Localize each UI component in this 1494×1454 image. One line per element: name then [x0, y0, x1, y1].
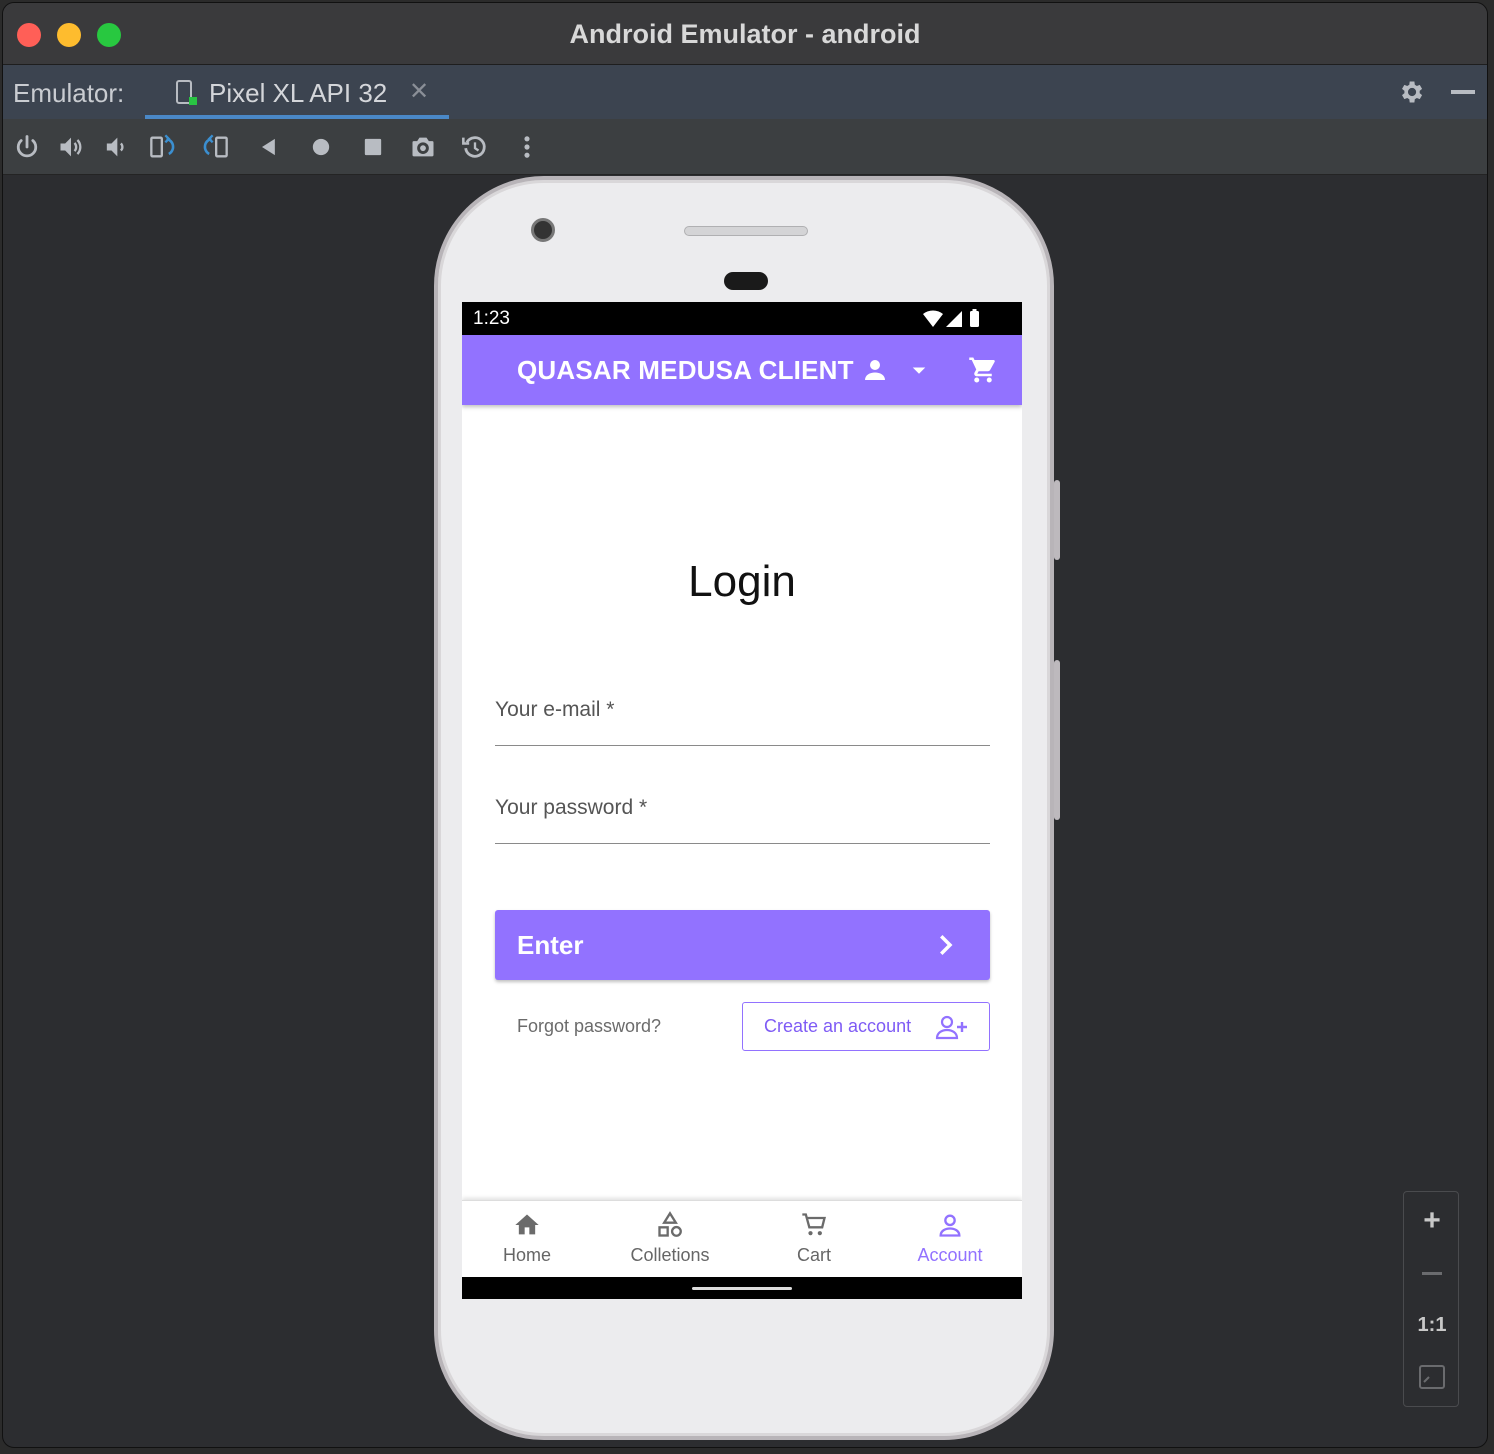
window-title: Android Emulator - android	[569, 19, 921, 49]
zoom-out-button[interactable]	[1404, 1248, 1460, 1298]
earpiece-speaker	[684, 226, 808, 236]
tab-bar: Emulator: Pixel XL API 32 ✕	[3, 65, 1487, 119]
enter-label: Enter	[517, 930, 584, 960]
android-navigation-bar	[462, 1277, 1022, 1299]
rotate-left-icon[interactable]	[149, 133, 177, 161]
enter-button[interactable]: Enter	[495, 910, 990, 980]
account-icon[interactable]	[860, 355, 890, 385]
app-header: QUASAR MEDUSA CLIENT	[462, 335, 1022, 405]
zoom-actual-size-label: 1:1	[1417, 1314, 1447, 1336]
zoom-actual-size-button[interactable]: 1:1	[1404, 1300, 1460, 1350]
nav-home[interactable]: Home	[462, 1201, 592, 1278]
volume-down-icon[interactable]	[101, 133, 129, 161]
device-icon	[176, 80, 197, 105]
front-camera-icon	[531, 218, 555, 242]
create-account-label: Create an account	[764, 1016, 912, 1036]
title-bar: Android Emulator - android	[3, 3, 1487, 65]
nav-account-label: Account	[917, 1245, 983, 1265]
emulator-toolbar	[3, 119, 1487, 175]
volume-up-icon[interactable]	[57, 133, 85, 161]
proximity-sensor	[724, 272, 768, 290]
minimize-panel-icon[interactable]	[1451, 90, 1475, 94]
zoom-in-button[interactable]: +	[1404, 1196, 1460, 1246]
chevron-right-icon	[940, 935, 953, 955]
power-icon[interactable]	[13, 133, 41, 161]
bottom-navigation: Home Colletions Cart Account	[462, 1200, 1022, 1277]
home-circle-icon[interactable]	[307, 133, 335, 161]
person-add-icon	[935, 1015, 967, 1040]
nav-collections[interactable]: Colletions	[605, 1201, 735, 1278]
nav-home-label: Home	[502, 1245, 551, 1265]
zoom-in-label: +	[1423, 1204, 1441, 1237]
status-bar: 1:23	[462, 302, 1022, 335]
more-options-icon[interactable]	[513, 133, 541, 161]
app-title: QUASAR MEDUSA CLIENT	[517, 355, 854, 385]
back-icon[interactable]	[255, 133, 283, 161]
cart-icon	[802, 1213, 826, 1236]
password-input[interactable]	[495, 784, 990, 843]
zoom-out-icon	[1422, 1272, 1442, 1275]
nav-cart-label: Cart	[796, 1245, 831, 1265]
gear-icon[interactable]	[1397, 78, 1425, 106]
create-account-button[interactable]: Create an account	[742, 1002, 990, 1051]
rotate-right-icon[interactable]	[201, 133, 229, 161]
nav-collections-label: Colletions	[630, 1245, 710, 1265]
zoom-fit-button[interactable]	[1404, 1352, 1460, 1402]
tab-label: Pixel XL API 32	[209, 78, 388, 108]
cart-icon[interactable]	[968, 355, 998, 385]
account-icon	[939, 1214, 961, 1237]
email-field[interactable]: Your e-mail *	[495, 686, 990, 746]
dropdown-arrow-icon[interactable]	[904, 355, 934, 385]
device-screen: 1:23 QUASAR MEDUSA CLIENT Login Your e-m…	[462, 302, 1022, 1299]
phone-power-button	[1054, 480, 1060, 560]
battery-icon	[970, 311, 979, 327]
tab-close-icon[interactable]: ✕	[409, 77, 429, 106]
status-time: 1:23	[473, 308, 510, 329]
fit-screen-icon	[1419, 1365, 1445, 1389]
overview-icon[interactable]	[359, 133, 387, 161]
zoom-panel: + 1:1	[1403, 1191, 1459, 1407]
emulator-label: Emulator:	[13, 78, 125, 108]
nav-cart[interactable]: Cart	[749, 1201, 879, 1278]
login-title: Login	[688, 557, 796, 606]
home-icon	[515, 1214, 539, 1235]
snapshot-icon[interactable]	[461, 133, 489, 161]
wifi-icon	[923, 310, 943, 327]
password-field[interactable]: Your password *	[495, 784, 990, 844]
shapes-icon	[658, 1211, 682, 1237]
tab-pixel-xl[interactable]: Pixel XL API 32 ✕	[145, 65, 449, 119]
nav-account[interactable]: Account	[885, 1201, 1015, 1278]
phone-volume-button	[1054, 660, 1060, 820]
status-icons	[923, 309, 979, 327]
signal-icon	[946, 311, 962, 327]
forgot-password-link[interactable]: Forgot password?	[517, 1016, 661, 1037]
email-input[interactable]	[495, 686, 990, 745]
home-gesture-pill[interactable]	[692, 1287, 792, 1290]
screenshot-camera-icon[interactable]	[409, 133, 437, 161]
